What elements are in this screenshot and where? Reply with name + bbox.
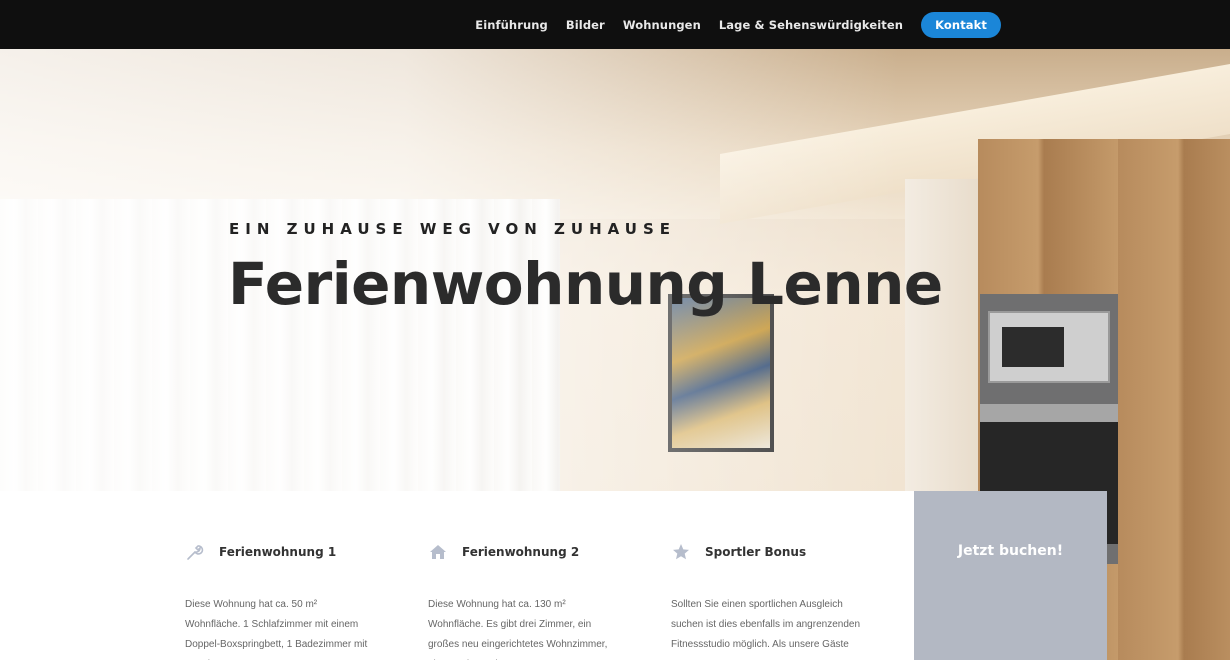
nav-link-bilder[interactable]: Bilder	[566, 18, 605, 32]
hero-title: Ferienwohnung Lenne	[228, 250, 943, 318]
feature-title: Sportler Bonus	[705, 545, 807, 559]
hero-background-column	[905, 179, 980, 509]
feature-description: Sollten Sie einen sportlichen Ausgleich …	[671, 599, 861, 650]
main-nav: Einführung Bilder Wohnungen Lage & Sehen…	[457, 0, 1001, 49]
home-icon	[428, 543, 448, 561]
book-now-button[interactable]: Jetzt buchen!	[914, 491, 1107, 660]
contact-button[interactable]: Kontakt	[921, 11, 1001, 38]
feature-description: Diese Wohnung hat ca. 50 m² Wohnfläche. …	[185, 599, 368, 660]
feature-title: Ferienwohnung 1	[219, 545, 337, 559]
features-panel: Ferienwohnung 1 Diese Wohnung hat ca. 50…	[0, 491, 914, 660]
wrench-icon	[185, 543, 205, 561]
hero-background-microwave	[988, 311, 1110, 383]
star-icon	[671, 543, 691, 561]
hero-subtitle: EIN ZUHAUSE WEG VON ZUHAUSE	[229, 220, 676, 238]
nav-link-einfuehrung[interactable]: Einführung	[475, 18, 548, 32]
feature-title: Ferienwohnung 2	[462, 545, 580, 559]
nav-link-wohnungen[interactable]: Wohnungen	[623, 18, 701, 32]
top-navigation-bar: Einführung Bilder Wohnungen Lage & Sehen…	[0, 0, 1230, 49]
nav-link-lage[interactable]: Lage & Sehenswürdigkeiten	[719, 18, 903, 32]
feature-description: Diese Wohnung hat ca. 130 m² Wohnfläche.…	[428, 599, 608, 660]
book-now-label: Jetzt buchen!	[957, 543, 1064, 559]
